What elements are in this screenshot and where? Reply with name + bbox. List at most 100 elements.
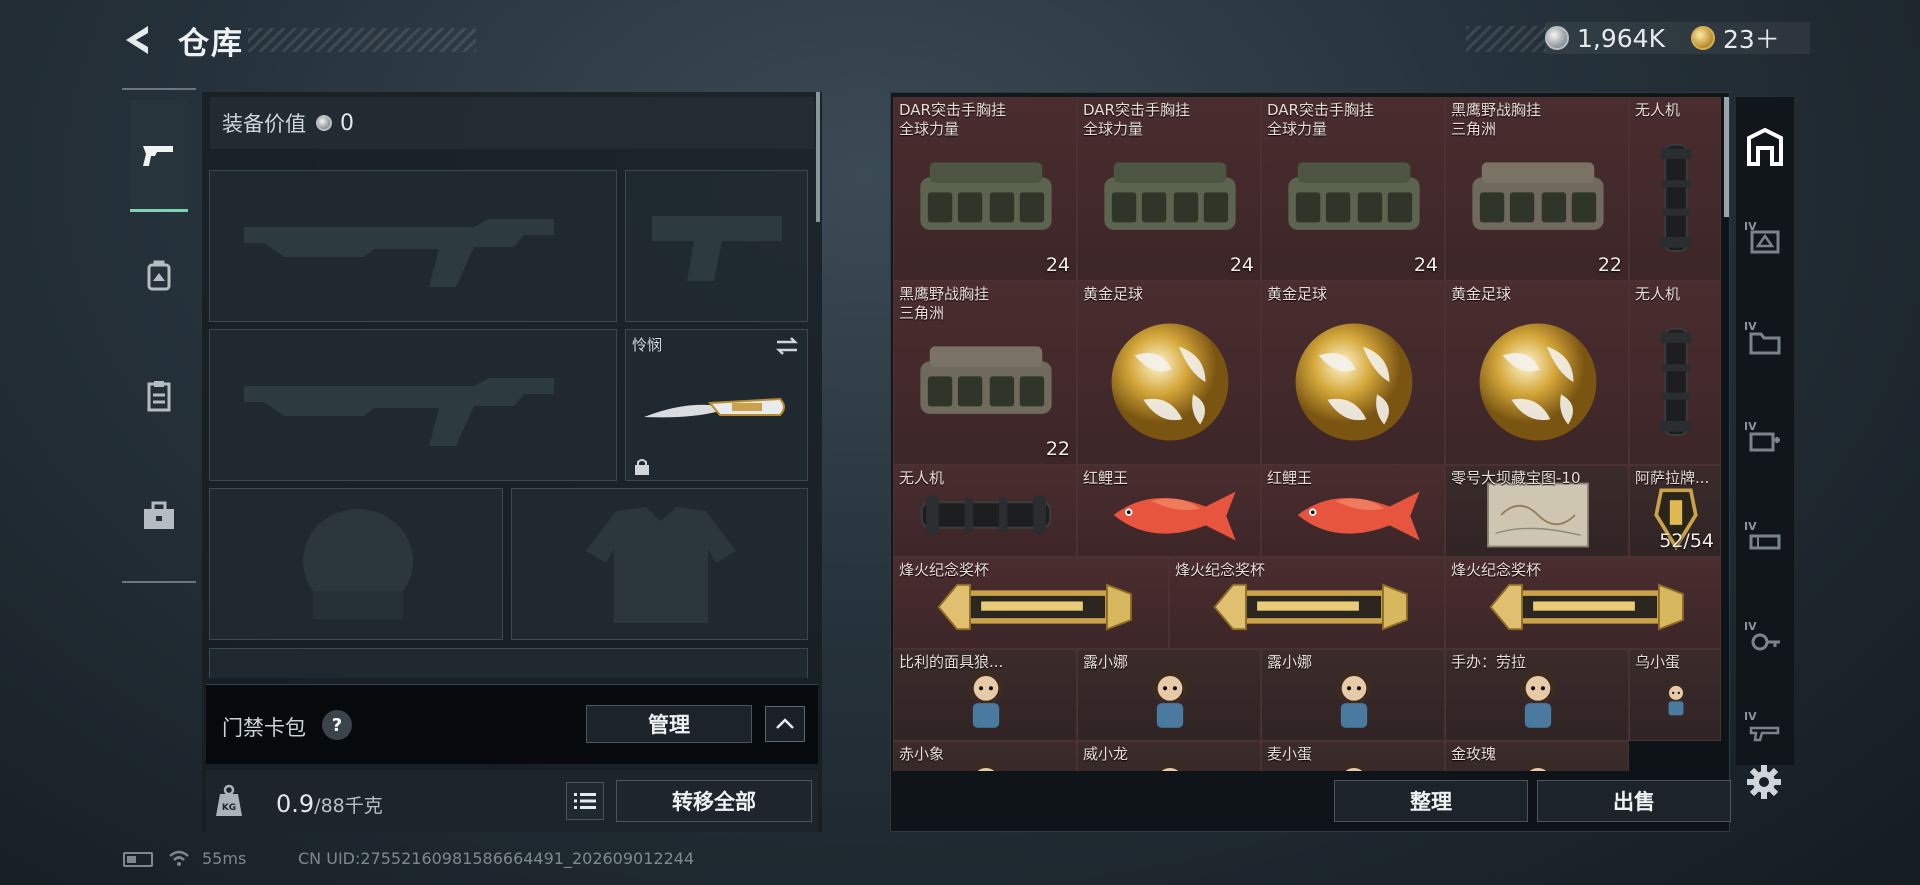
inventory-item[interactable]: 烽火纪念奖杯 — [1169, 557, 1445, 649]
tab-toolbox[interactable] — [130, 460, 188, 572]
left-tab-rail — [122, 88, 196, 583]
weight-readout: 0.9/88千克 — [276, 790, 383, 818]
equipment-value-header: 装备价值 0 — [210, 97, 814, 149]
chevron-up-icon — [776, 718, 794, 729]
inventory-item[interactable]: 阿萨拉牌... 52/54 — [1629, 465, 1721, 557]
title-decoration — [248, 28, 476, 52]
header-decoration — [1466, 26, 1546, 52]
inventory-item[interactable]: 金玫瑰 — [1445, 741, 1629, 771]
inventory-item-name: 黑鹰野战胸挂 三角洲 — [899, 285, 990, 322]
inventory-scrollbar[interactable] — [1724, 97, 1729, 217]
inventory-item-name: 赤小象 — [899, 745, 945, 763]
manage-button[interactable]: 管理 — [586, 705, 752, 743]
inventory-grid: DAR突击手胸挂 全球力量 24 DAR突击手胸挂 全球力量 24 DAR突击手胸挂 全… — [893, 97, 1722, 771]
knife-icon — [644, 397, 785, 418]
category-tier-label: IV — [1744, 420, 1757, 433]
page-title: 仓库 — [178, 26, 244, 62]
inventory-item-name: 威小龙 — [1083, 745, 1129, 763]
category-all[interactable] — [1742, 124, 1788, 170]
inventory-item[interactable]: 无人机 — [1629, 281, 1721, 465]
silver-coin-icon — [1545, 26, 1569, 50]
inventory-item-name: 阿萨拉牌... — [1635, 469, 1710, 487]
armor-slot[interactable] — [511, 488, 808, 640]
inventory-item-name: 烽火纪念奖杯 — [899, 561, 990, 579]
settings-gear-icon[interactable] — [1746, 764, 1782, 800]
category-drawing[interactable]: IV — [1742, 218, 1788, 264]
inventory-item-name: 手办：劳拉 — [1451, 653, 1527, 671]
category-medical[interactable]: IV — [1742, 418, 1788, 464]
extra-slot[interactable] — [209, 648, 808, 678]
inventory-item-name: 零号大坝藏宝图-10 — [1451, 469, 1581, 487]
silver-currency[interactable]: 1,964K — [1545, 24, 1665, 53]
rifle-silhouette-icon — [244, 378, 554, 446]
inventory-item-count: 22 — [1045, 438, 1070, 460]
inventory-item[interactable]: 黄金足球 — [1077, 281, 1261, 465]
sell-button[interactable]: 出售 — [1537, 780, 1731, 822]
pistol-slot[interactable] — [625, 170, 808, 322]
inventory-item[interactable]: 比利的面具狼... — [893, 649, 1077, 741]
helmet-slot[interactable] — [209, 488, 503, 640]
inventory-item[interactable]: 黄金足球 — [1445, 281, 1629, 465]
battery-icon — [123, 852, 153, 867]
back-arrow-icon[interactable] — [118, 20, 158, 60]
inventory-item-name: 乌小蛋 — [1635, 653, 1681, 671]
category-weapon[interactable]: IV — [1742, 708, 1788, 754]
inventory-item-name: 无人机 — [899, 469, 945, 487]
inventory-item[interactable]: 无人机 — [1629, 97, 1721, 281]
inventory-item-name: DAR突击手胸挂 全球力量 — [899, 101, 1006, 138]
lock-icon — [635, 459, 649, 475]
collapse-button[interactable] — [765, 706, 805, 742]
inventory-item-name: 烽火纪念奖杯 — [1451, 561, 1542, 579]
secondary-weapon-slot[interactable] — [209, 329, 617, 481]
inventory-item[interactable]: DAR突击手胸挂 全球力量 24 — [1077, 97, 1261, 281]
inventory-item[interactable]: 露小娜 — [1077, 649, 1261, 741]
inventory-item[interactable]: DAR突击手胸挂 全球力量 24 — [1261, 97, 1445, 281]
inventory-item[interactable]: 黑鹰野战胸挂 三角洲 22 — [893, 281, 1077, 465]
inventory-item[interactable]: 烽火纪念奖杯 — [1445, 557, 1721, 649]
help-icon[interactable]: ? — [322, 710, 352, 740]
category-tier-label: IV — [1744, 620, 1757, 633]
inventory-item[interactable]: 赤小象 — [893, 741, 1077, 771]
inventory-item[interactable]: 零号大坝藏宝图-10 — [1445, 465, 1629, 557]
inventory-item-count: 52/54 — [1659, 530, 1714, 552]
tab-clipboard[interactable] — [130, 340, 188, 452]
inventory-item[interactable]: 红鲤王 — [1261, 465, 1445, 557]
category-key[interactable]: IV — [1742, 618, 1788, 664]
inventory-item[interactable]: 露小娜 — [1261, 649, 1445, 741]
melee-slot[interactable]: 怜悯 — [625, 329, 808, 481]
inventory-item[interactable]: 威小龙 — [1077, 741, 1261, 771]
inventory-item[interactable]: DAR突击手胸挂 全球力量 24 — [893, 97, 1077, 281]
gold-currency[interactable]: 23＋ — [1690, 20, 1780, 56]
inventory-item[interactable]: 无人机 — [893, 465, 1077, 557]
inventory-item-name: DAR突击手胸挂 全球力量 — [1267, 101, 1374, 138]
inventory-item[interactable]: 烽火纪念奖杯 — [893, 557, 1169, 649]
inventory-item-name: 红鲤王 — [1083, 469, 1129, 487]
inventory-item-name: 烽火纪念奖杯 — [1175, 561, 1266, 579]
inventory-item[interactable]: 黄金足球 — [1261, 281, 1445, 465]
category-ammo[interactable]: IV — [1742, 518, 1788, 564]
inventory-item[interactable]: 黑鹰野战胸挂 三角洲 22 — [1445, 97, 1629, 281]
list-view-button[interactable] — [566, 782, 604, 820]
category-folder[interactable]: IV — [1742, 318, 1788, 364]
inventory-item[interactable]: 乌小蛋 — [1629, 649, 1721, 741]
weight-icon: KG — [214, 784, 244, 818]
silver-coin-icon — [316, 115, 332, 131]
list-icon — [574, 793, 596, 809]
tab-backpack[interactable] — [130, 220, 188, 332]
transfer-all-button[interactable]: 转移全部 — [616, 780, 812, 822]
ping-readout: 55ms — [202, 849, 247, 868]
inventory-item-name: DAR突击手胸挂 全球力量 — [1083, 101, 1190, 138]
helmet-silhouette-icon — [303, 509, 413, 619]
sort-button[interactable]: 整理 — [1334, 780, 1528, 822]
gold-currency-value: 23＋ — [1722, 25, 1780, 54]
primary-weapon-slot[interactable] — [209, 170, 617, 322]
tab-weapons[interactable] — [130, 100, 188, 212]
inventory-item[interactable]: 红鲤王 — [1077, 465, 1261, 557]
swap-icon[interactable] — [775, 336, 799, 356]
inventory-item[interactable]: 手办：劳拉 — [1445, 649, 1629, 741]
inventory-item-count: 24 — [1045, 254, 1070, 276]
equipment-scrollbar[interactable] — [816, 92, 820, 222]
inventory-item-count: 24 — [1413, 254, 1438, 276]
inventory-item[interactable]: 麦小蛋 — [1261, 741, 1445, 771]
access-card-label: 门禁卡包 — [222, 716, 306, 740]
